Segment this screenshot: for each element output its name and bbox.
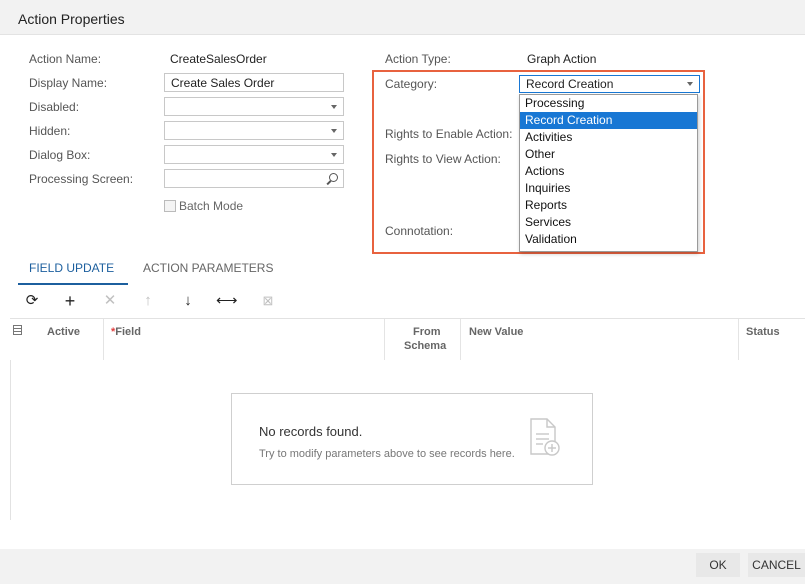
dialog-box-select[interactable]	[164, 145, 344, 164]
fit-columns-icon[interactable]: ⟷	[216, 290, 238, 312]
delete-icon[interactable]: ✕	[100, 290, 120, 312]
document-add-icon	[530, 418, 560, 456]
excel-export-icon[interactable]: ⊠	[258, 290, 278, 312]
disabled-select[interactable]	[164, 97, 344, 116]
chevron-down-icon	[331, 105, 337, 109]
col-status[interactable]: Status	[746, 326, 780, 338]
grid-header: Active *Field From Schema New Value Stat…	[10, 318, 805, 362]
display-name-input[interactable]: Create Sales Order	[164, 73, 344, 92]
batch-mode-checkbox[interactable]	[164, 200, 176, 212]
col-new-value[interactable]: New Value	[469, 326, 523, 338]
empty-state: No records found. Try to modify paramete…	[231, 393, 593, 485]
action-name-label: Action Name:	[29, 52, 102, 66]
action-type-label: Action Type:	[385, 52, 451, 66]
category-option[interactable]: Reports	[520, 197, 697, 214]
hidden-label: Hidden:	[29, 124, 71, 138]
dialog-title: Action Properties	[18, 11, 125, 27]
action-name-value: CreateSalesOrder	[170, 52, 267, 66]
display-name-label: Display Name:	[29, 76, 108, 90]
category-option[interactable]: Activities	[520, 129, 697, 146]
category-option[interactable]: Processing	[520, 95, 697, 112]
action-type-value: Graph Action	[527, 52, 597, 66]
add-icon[interactable]: +	[60, 290, 80, 312]
col-from-schema-line1[interactable]: From	[413, 326, 441, 338]
dialog-footer: OK CANCEL	[0, 549, 805, 584]
processing-screen-label: Processing Screen:	[29, 172, 134, 186]
category-option[interactable]: Other	[520, 146, 697, 163]
empty-state-title: No records found.	[259, 424, 363, 439]
hidden-select[interactable]	[164, 121, 344, 140]
disabled-label: Disabled:	[29, 100, 80, 114]
cancel-button[interactable]: CANCEL	[748, 553, 805, 577]
col-from-schema-line2[interactable]: Schema	[404, 340, 446, 352]
batch-mode-label: Batch Mode	[179, 199, 244, 213]
grid-body: No records found. Try to modify paramete…	[10, 360, 805, 520]
chevron-down-icon	[331, 129, 337, 133]
category-option[interactable]: Inquiries	[520, 180, 697, 197]
search-icon[interactable]	[329, 173, 338, 182]
arrow-up-icon[interactable]: ↑	[138, 290, 158, 312]
empty-state-subtitle: Try to modify parameters above to see re…	[259, 448, 515, 460]
chevron-down-icon	[331, 153, 337, 157]
tab-action-parameters[interactable]: ACTION PARAMETERS	[143, 261, 273, 285]
category-option-selected[interactable]: Record Creation	[520, 112, 697, 129]
refresh-icon[interactable]: ⟳	[22, 290, 42, 312]
arrow-down-icon[interactable]: ↓	[178, 290, 198, 312]
column-config-icon[interactable]	[13, 325, 22, 335]
category-dropdown-list[interactable]: Processing Record Creation Activities Ot…	[519, 94, 698, 252]
tab-field-update[interactable]: FIELD UPDATE	[18, 261, 128, 285]
category-option[interactable]: Validation	[520, 231, 697, 248]
dialog-box-label: Dialog Box:	[29, 148, 91, 162]
processing-screen-input[interactable]	[164, 169, 344, 188]
col-field[interactable]: *Field	[111, 326, 141, 338]
tab-bar: FIELD UPDATE ACTION PARAMETERS	[0, 261, 805, 285]
category-option[interactable]: Actions	[520, 163, 697, 180]
category-option[interactable]: Services	[520, 214, 697, 231]
ok-button[interactable]: OK	[696, 553, 740, 577]
col-active[interactable]: Active	[47, 326, 80, 338]
